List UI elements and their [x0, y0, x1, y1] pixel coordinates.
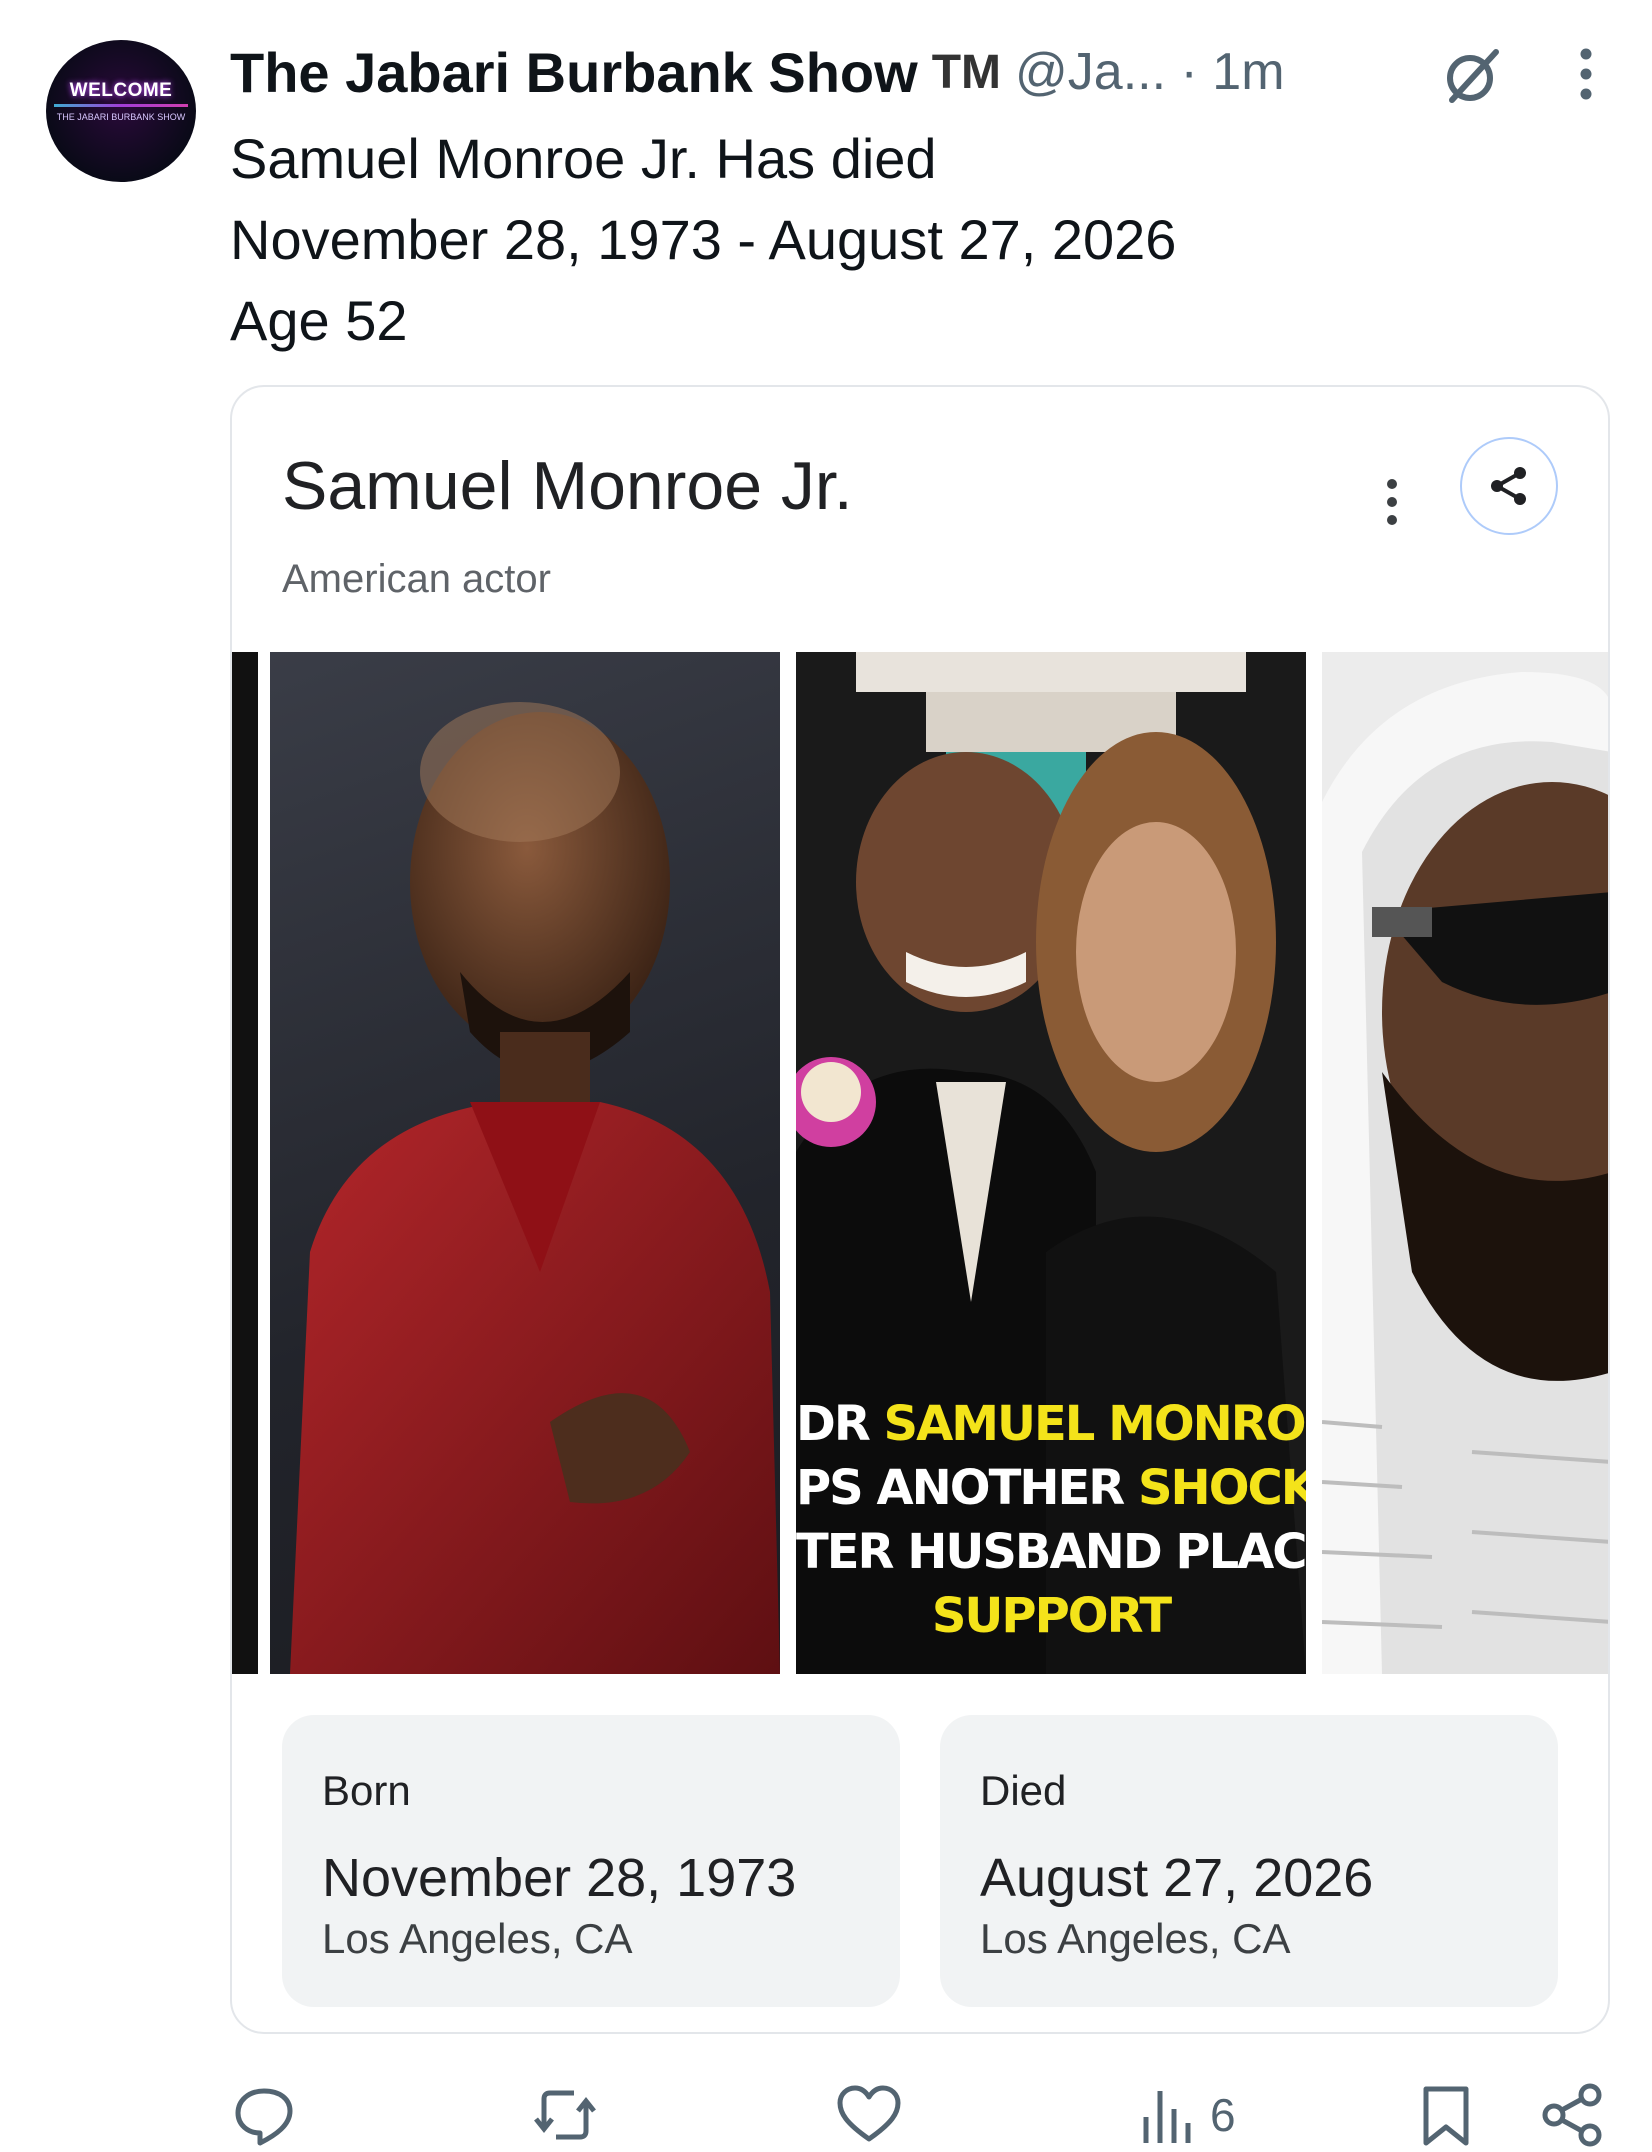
views-count: 6: [1210, 2089, 1236, 2141]
carousel-image-hoodie[interactable]: [1322, 652, 1608, 1674]
avatar[interactable]: WELCOME THE JABARI BURBANK SHOW: [46, 40, 196, 182]
reply-icon: [235, 2088, 293, 2146]
tweet-text: Samuel Monroe Jr. Has died November 28, …: [230, 118, 1176, 361]
heart-icon: [837, 2085, 901, 2142]
bookmark-button[interactable]: [1420, 2080, 1472, 2150]
avatar-glow: [54, 104, 188, 107]
repost-button[interactable]: [530, 2080, 600, 2150]
avatar-welcome-text: WELCOME: [69, 80, 173, 101]
repost-icon: [534, 2090, 596, 2140]
share-post-button[interactable]: [1540, 2080, 1606, 2150]
reply-button[interactable]: [232, 2080, 296, 2150]
tweet-line: Age 52: [230, 289, 408, 352]
caption-line2-yellow: SHOCKING UP: [1137, 1460, 1306, 1516]
card-more-icon[interactable]: [1372, 472, 1412, 532]
views-button[interactable]: 6: [1140, 2080, 1236, 2150]
thumbnail-caption: DR SAMUEL MONROE JR.'S PS ANOTHER SHOCKI…: [796, 1392, 1306, 1648]
died-info-box[interactable]: Died August 27, 2026 Los Angeles, CA: [940, 1715, 1558, 2007]
born-date: November 28, 1973: [322, 1848, 797, 1908]
caption-line4-yellow: SUPPORT: [931, 1588, 1172, 1644]
died-place: Los Angeles, CA: [980, 1915, 1291, 1962]
trademark-badge: TM: [931, 45, 1002, 99]
like-button[interactable]: [836, 2080, 902, 2150]
caption-line1-white: DR: [796, 1396, 884, 1452]
caption-line3-white: TER HUSBAND PLACED ON: [796, 1524, 1306, 1580]
tweet-line: Samuel Monroe Jr. Has died: [230, 127, 937, 190]
tweet-action-bar: 6: [0, 2080, 1652, 2150]
caption-line2-white: PS ANOTHER: [796, 1460, 1138, 1516]
bookmark-icon: [1423, 2086, 1469, 2146]
caption-line1-yellow: SAMUEL MONROE JR.'S: [883, 1396, 1306, 1452]
carousel-prev-image-edge[interactable]: [232, 652, 258, 1674]
died-date: August 27, 2026: [980, 1848, 1374, 1908]
analytics-icon: [1143, 2091, 1191, 2143]
image-carousel[interactable]: DR SAMUEL MONROE JR.'S PS ANOTHER SHOCKI…: [232, 652, 1608, 1674]
avatar-show-text: THE JABARI BURBANK SHOW: [56, 112, 186, 122]
share-icon: [1542, 2083, 1602, 2147]
share-icon: [1491, 467, 1526, 505]
card-share-button[interactable]: [1460, 437, 1558, 535]
knowledge-card[interactable]: Samuel Monroe Jr. American actor DR SAMU…: [230, 385, 1610, 2034]
card-title: Samuel Monroe Jr.: [282, 448, 853, 524]
carousel-image-news-thumbnail[interactable]: DR SAMUEL MONROE JR.'S PS ANOTHER SHOCKI…: [796, 652, 1306, 1674]
grok-icon[interactable]: [1440, 44, 1504, 113]
died-label: Died: [980, 1767, 1067, 1814]
born-place: Los Angeles, CA: [322, 1915, 633, 1962]
more-options-icon[interactable]: [1574, 46, 1598, 107]
born-label: Born: [322, 1767, 411, 1814]
handle-and-time[interactable]: @Ja... · 1m: [1015, 42, 1285, 102]
carousel-image-portrait[interactable]: [270, 652, 780, 1674]
tweet-line: November 28, 1973 - August 27, 2026: [230, 208, 1177, 271]
author-name[interactable]: The Jabari Burbank Show: [230, 40, 918, 105]
card-subtitle: American actor: [282, 557, 551, 601]
born-info-box[interactable]: Born November 28, 1973 Los Angeles, CA: [282, 1715, 900, 2007]
tweet-header: The Jabari Burbank Show TM @Ja... · 1m: [230, 36, 1285, 108]
